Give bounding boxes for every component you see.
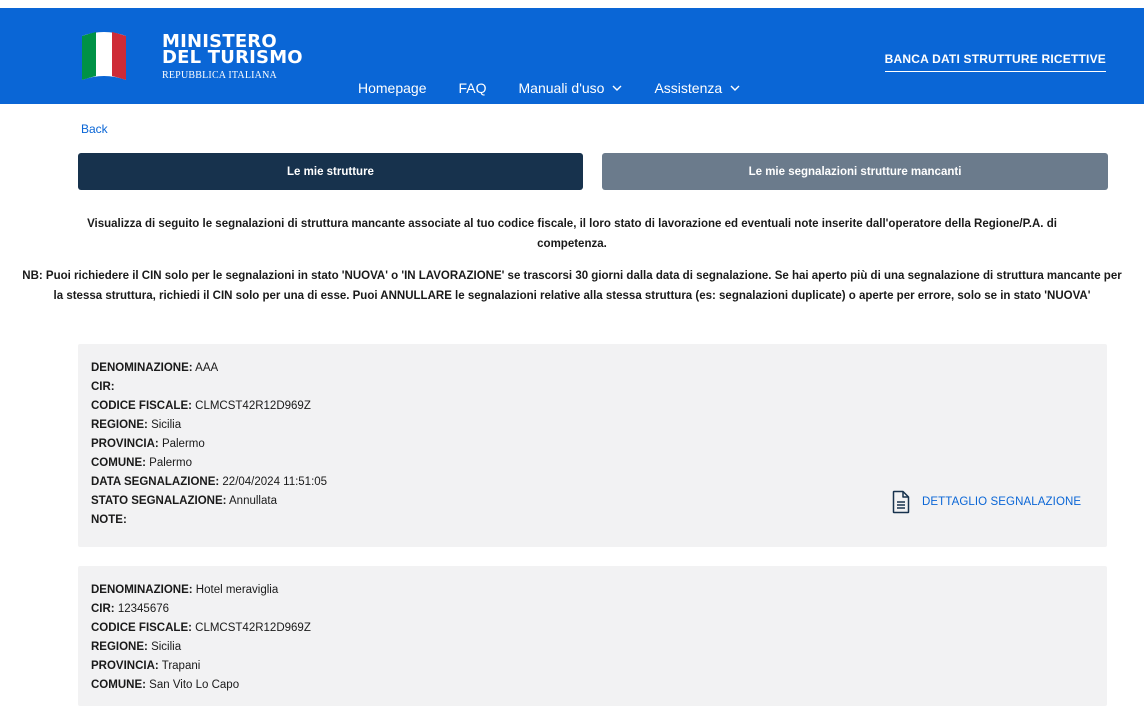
field-label: REGIONE: [91,641,148,653]
info-text: Visualizza di seguito le segnalazioni di… [87,218,1057,250]
field-cir: CIR: 12345676 [91,600,311,619]
field-value: San Vito Lo Capo [149,679,240,691]
field-value: CLMCST42R12D969Z [195,400,311,412]
logo-subtitle: REPUBBLICA ITALIANA [162,70,277,81]
nb-text: NB: Puoi richiedere il CIN solo per le s… [22,270,1122,302]
nav-homepage-label: Homepage [358,80,427,96]
nav-assistenza-label: Assistenza [654,80,723,96]
field-value: CLMCST42R12D969Z [195,622,311,634]
field-provincia: PROVINCIA: Trapani [91,657,311,676]
top-strip [0,0,1144,8]
italian-flag-logo-icon[interactable] [78,26,130,84]
tab-label: Le mie segnalazioni strutture mancanti [748,165,962,178]
field-label: COMUNE: [91,457,146,469]
chevron-down-icon [730,85,740,91]
logo-title-line2: DEL TURISMO [162,47,303,68]
nav-manuali-dropdown[interactable]: Manuali d'uso [519,80,623,96]
field-value: Trapani [161,660,201,672]
field-value: Hotel meraviglia [195,584,279,596]
field-label: PROVINCIA: [91,438,159,450]
field-codice-fiscale: CODICE FISCALE: CLMCST42R12D969Z [91,397,327,416]
field-label: NOTE: [91,514,127,526]
nav-manuali-label: Manuali d'uso [518,80,605,96]
document-icon [892,490,910,514]
field-label: REGIONE: [91,419,148,431]
nav-faq-label: FAQ [458,80,487,96]
field-value: 12345676 [117,603,170,615]
field-value: Sicilia [151,419,182,431]
field-label: CIR: [91,603,115,615]
field-denominazione: DENOMINAZIONE: Hotel meraviglia [91,581,311,600]
card-fields: DENOMINAZIONE: Hotel meraviglia CIR: 123… [91,581,311,695]
field-label: COMUNE: [91,679,146,691]
field-label: DATA SEGNALAZIONE: [91,476,220,488]
tab-le-mie-strutture[interactable]: Le mie strutture [78,153,583,190]
site-header: MINISTERO DEL TURISMO REPUBBLICA ITALIAN… [0,8,1144,104]
field-data-segnalazione: DATA SEGNALAZIONE: 22/04/2024 11:51:05 [91,473,327,492]
field-regione: REGIONE: Sicilia [91,416,327,435]
field-label: DENOMINAZIONE: [91,362,193,374]
field-cir: CIR: [91,378,327,397]
field-value: AAA [195,362,219,374]
card-fields: DENOMINAZIONE: AAA CIR: CODICE FISCALE: … [91,359,327,530]
dettaglio-label: DETTAGLIO SEGNALAZIONE [922,496,1082,508]
segnalazione-card: DENOMINAZIONE: Hotel meraviglia CIR: 123… [78,566,1107,706]
dettaglio-segnalazione-button[interactable]: DETTAGLIO SEGNALAZIONE [892,490,1081,514]
tab-segnalazioni-mancanti[interactable]: Le mie segnalazioni strutture mancanti [602,153,1108,190]
nav-faq[interactable]: FAQ [459,80,487,96]
field-codice-fiscale: CODICE FISCALE: CLMCST42R12D969Z [91,619,311,638]
back-link[interactable]: Back [81,122,108,136]
field-value: Annullata [229,495,277,507]
tab-label: Le mie strutture [287,165,374,178]
field-label: DENOMINAZIONE: [91,584,193,596]
field-value: Sicilia [151,641,182,653]
chevron-down-icon [612,85,622,91]
field-provincia: PROVINCIA: Palermo [91,435,327,454]
nav-homepage[interactable]: Homepage [358,80,427,96]
field-comune: COMUNE: San Vito Lo Capo [91,676,311,695]
field-label: CODICE FISCALE: [91,622,192,634]
field-stato-segnalazione: STATO SEGNALAZIONE: Annullata [91,492,327,511]
field-regione: REGIONE: Sicilia [91,638,311,657]
ministry-logo-text[interactable]: MINISTERO DEL TURISMO REPUBBLICA ITALIAN… [162,33,303,82]
field-label: CODICE FISCALE: [91,400,192,412]
field-denominazione: DENOMINAZIONE: AAA [91,359,327,378]
main-nav: Homepage FAQ Manuali d'uso Assistenza [358,80,772,96]
field-label: CIR: [91,381,115,393]
field-comune: COMUNE: Palermo [91,454,327,473]
field-value: Palermo [149,457,192,469]
nav-assistenza-dropdown[interactable]: Assistenza [654,80,740,96]
segnalazione-card: DENOMINAZIONE: AAA CIR: CODICE FISCALE: … [78,344,1107,547]
banca-dati-link[interactable]: BANCA DATI STRUTTURE RICETTIVE [884,52,1106,72]
field-label: STATO SEGNALAZIONE: [91,495,227,507]
field-label: PROVINCIA: [91,660,159,672]
field-value: Palermo [161,438,205,450]
field-value: 22/04/2024 11:51:05 [222,476,328,488]
field-note: NOTE: [91,511,327,530]
